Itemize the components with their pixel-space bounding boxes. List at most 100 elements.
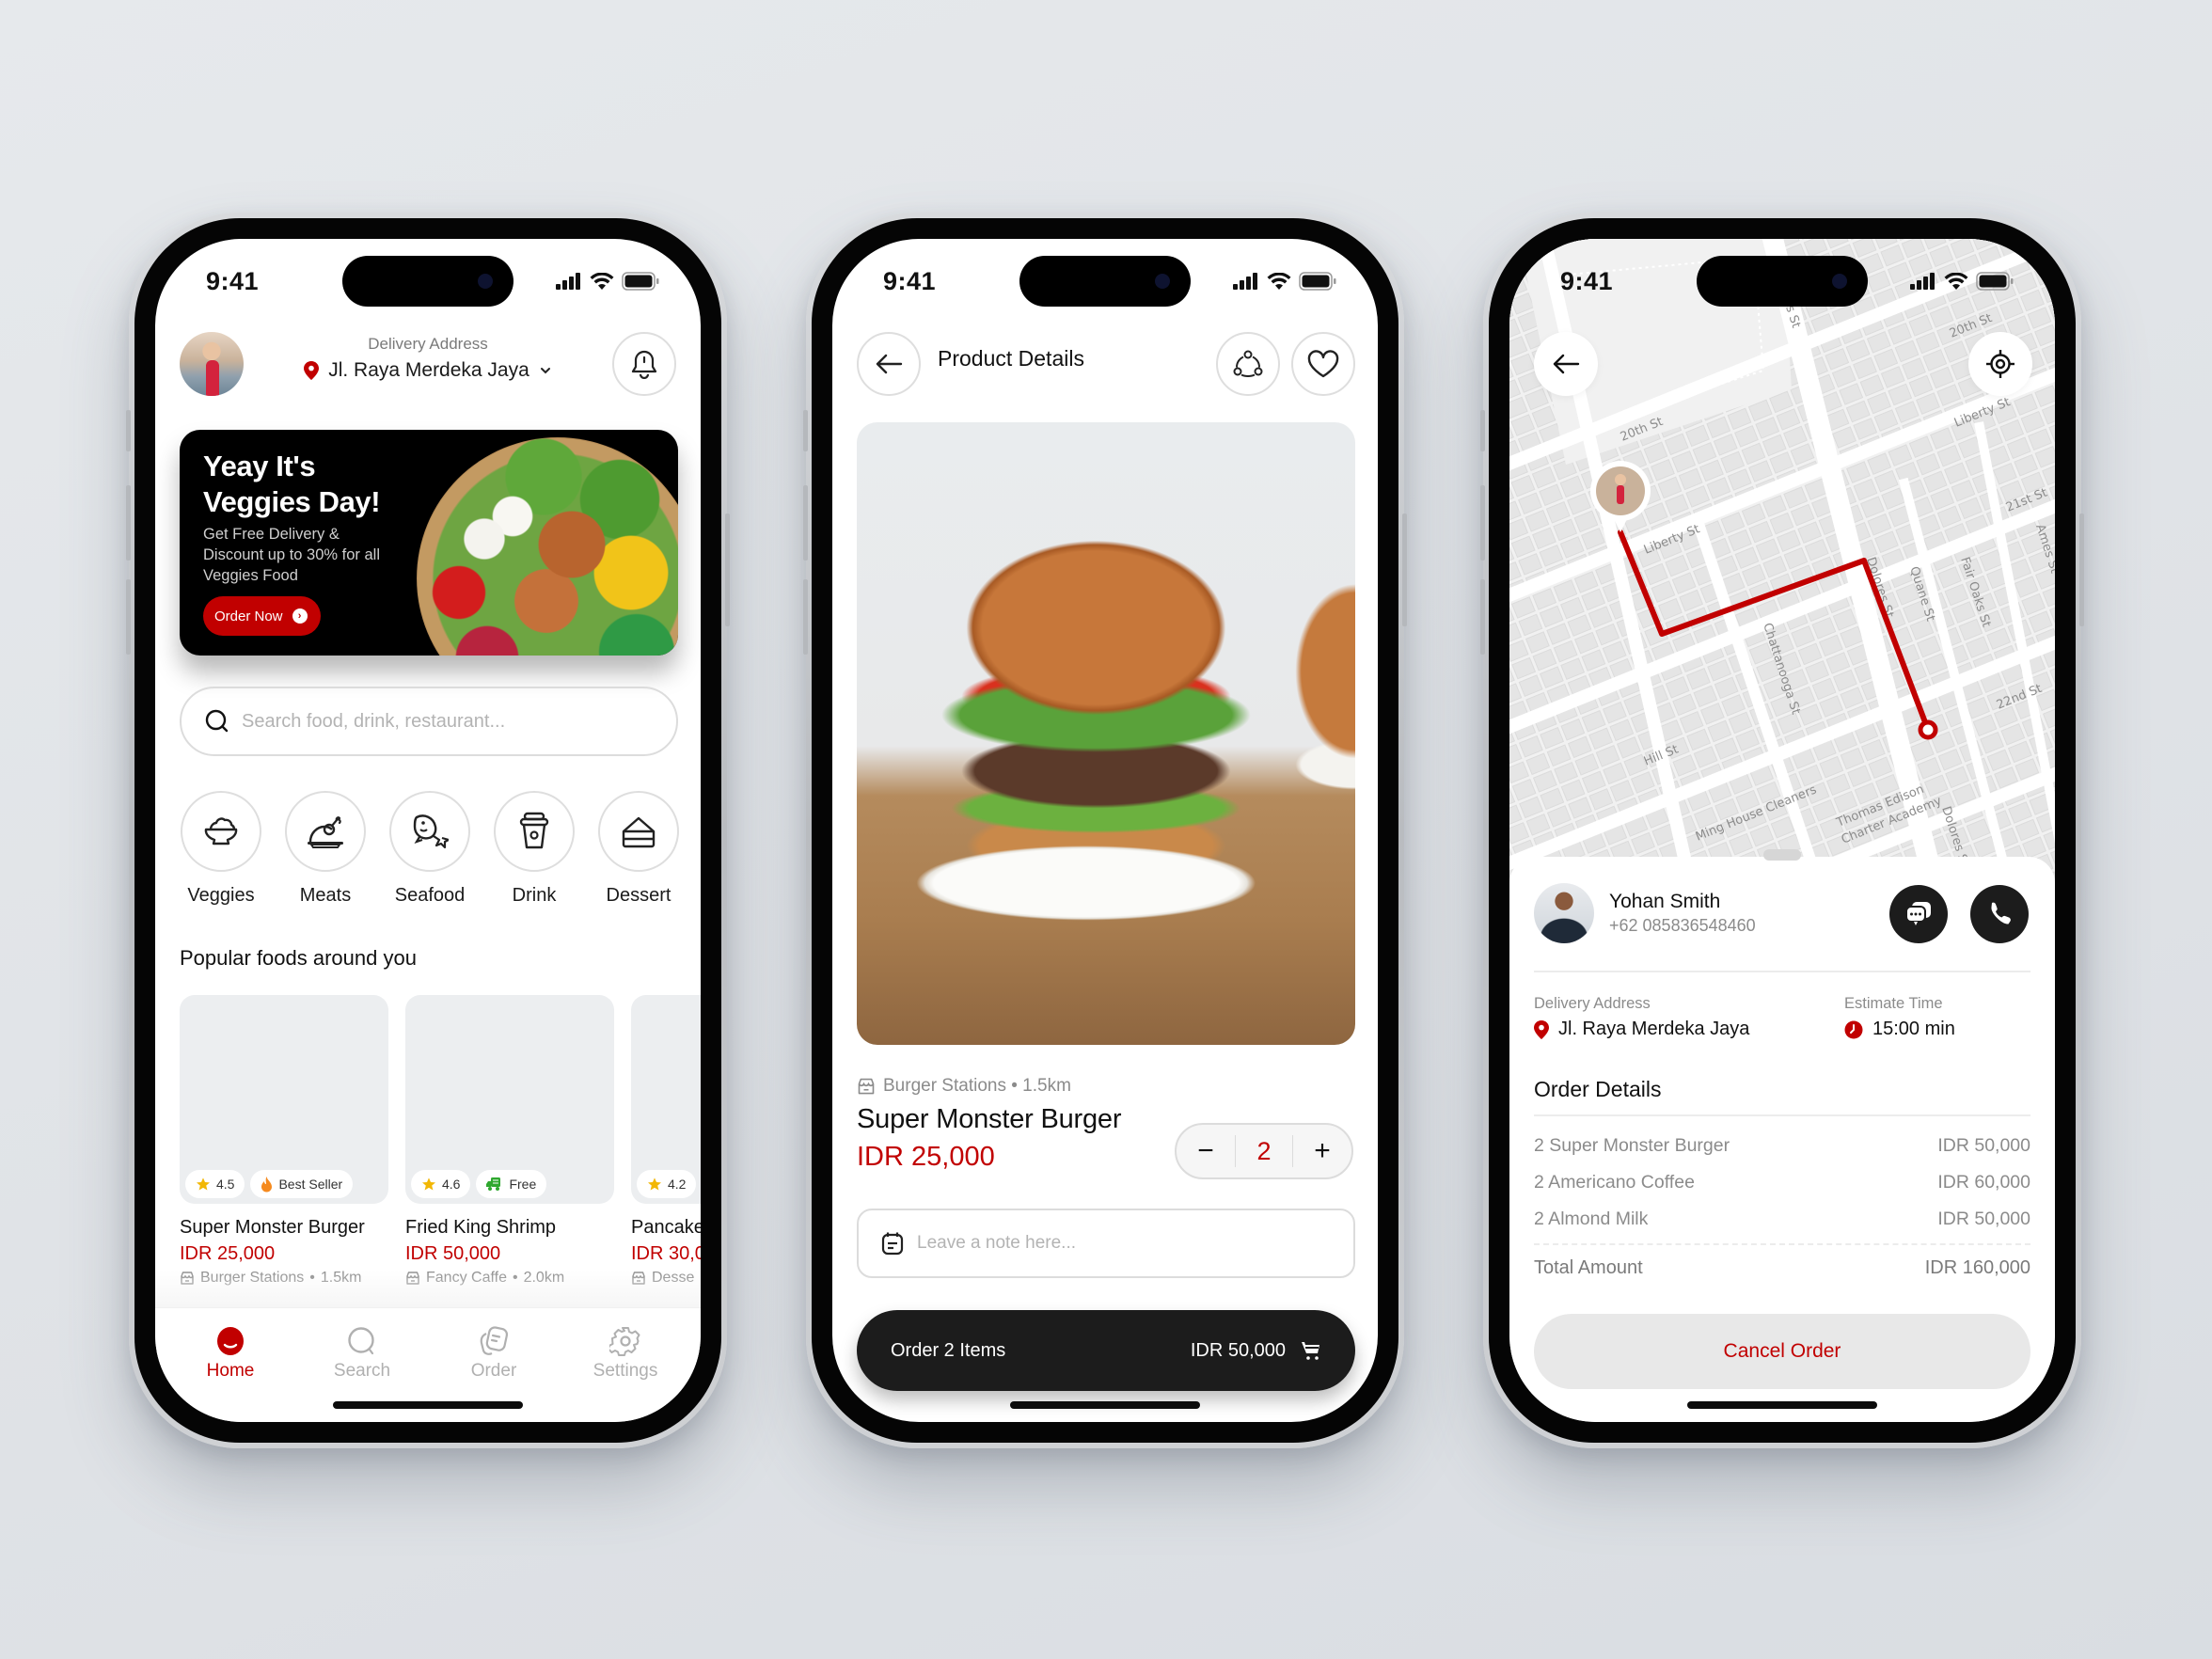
- action-button: [1480, 410, 1485, 451]
- status-icons: [1910, 272, 2014, 291]
- order-button[interactable]: Order 2 Items IDR 50,000: [857, 1310, 1355, 1391]
- arrow-left-icon: [1553, 354, 1580, 374]
- status-time: 9:41: [883, 267, 937, 295]
- product-name: Super Monster Burger: [857, 1104, 1122, 1134]
- bell-icon: [631, 350, 657, 379]
- back-button[interactable]: [857, 332, 921, 396]
- divider: [1534, 1114, 2030, 1116]
- wifi-icon: [590, 272, 614, 290]
- notification-button[interactable]: [612, 332, 676, 396]
- category-label: Seafood: [394, 885, 466, 906]
- chevron-right-icon: ›: [292, 608, 308, 624]
- category-dessert[interactable]: Dessert: [597, 791, 680, 907]
- chevron-down-icon: [540, 368, 550, 374]
- order-now-label: Order Now: [214, 608, 283, 624]
- phone-home: 9:41 Delivery Address Jl. Raya Merdeka J…: [126, 213, 730, 1448]
- salad-bowl-image: [417, 437, 678, 656]
- order-details-title: Order Details: [1534, 1077, 1662, 1101]
- volume-down-button: [1480, 579, 1485, 655]
- star-icon: [197, 1177, 210, 1191]
- order-tracking-screen: 20th St 20th St Liberty St Liberty St 21…: [1509, 239, 2055, 1422]
- share-icon: [1233, 350, 1263, 377]
- battery-icon: [1299, 272, 1336, 291]
- sheet-grabber[interactable]: [1763, 849, 1801, 861]
- tab-settings[interactable]: Settings: [560, 1308, 691, 1422]
- signal-icon: [556, 273, 580, 290]
- order-now-button[interactable]: Order Now ›: [203, 596, 321, 636]
- estimate-time: 15:00 min: [1844, 1019, 1955, 1040]
- back-button[interactable]: [1534, 332, 1598, 396]
- delivery-map[interactable]: 20th St 20th St Liberty St Liberty St 21…: [1509, 239, 2055, 897]
- home-indicator[interactable]: [1010, 1401, 1200, 1409]
- note-field[interactable]: [857, 1209, 1355, 1278]
- cancel-order-button[interactable]: Cancel Order: [1534, 1314, 2030, 1389]
- food-image: 4.2: [631, 995, 701, 1204]
- star-icon: [422, 1177, 435, 1191]
- food-name: Super Monster Burger: [180, 1217, 365, 1238]
- order-items-label: Order 2 Items: [891, 1339, 1006, 1361]
- food-card[interactable]: 4.2 Pancake IDR 30,0 Desse: [631, 995, 701, 1287]
- rating-badge: 4.2: [637, 1170, 697, 1198]
- food-image: 4.6 Free: [405, 995, 614, 1204]
- category-label: Dessert: [606, 885, 672, 906]
- chat-button[interactable]: [1889, 885, 1948, 943]
- product-image: [857, 422, 1355, 1045]
- order-items-list: 2 Super Monster Burger IDR 50,000 2 Ameri…: [1534, 1128, 2030, 1287]
- quantity-stepper: − 2 +: [1175, 1123, 1353, 1179]
- decrement-button[interactable]: −: [1177, 1125, 1235, 1177]
- category-veggies[interactable]: Veggies: [180, 791, 262, 907]
- call-button[interactable]: [1970, 885, 2029, 943]
- chat-icon: [1905, 902, 1931, 925]
- tab-home[interactable]: Home: [165, 1308, 296, 1422]
- food-price: IDR 25,000: [180, 1243, 276, 1264]
- quantity-value: 2: [1235, 1135, 1293, 1167]
- driver-phone: +62 085836548460: [1609, 916, 1756, 935]
- category-meats[interactable]: Meats: [284, 791, 367, 907]
- phone-product-details: 9:41 Product Details Burger Stations • 1…: [803, 213, 1407, 1448]
- recenter-button[interactable]: [1968, 332, 2032, 396]
- home-indicator[interactable]: [333, 1401, 523, 1409]
- banner-subtitle: Get Free Delivery & Discount up to 30% f…: [203, 526, 381, 584]
- map-canvas: 20th St 20th St Liberty St Liberty St 21…: [1509, 239, 2055, 897]
- best-seller-badge: Best Seller: [250, 1170, 354, 1198]
- category-drink[interactable]: Drink: [493, 791, 576, 907]
- delivery-address: Jl. Raya Merdeka Jaya: [1534, 1019, 1749, 1040]
- order-item-row: 2 Americano Coffee IDR 60,000: [1534, 1172, 2030, 1193]
- food-card[interactable]: 4.6 Free Fried King Shrimp IDR 50,000 Fa…: [405, 995, 614, 1287]
- search-input[interactable]: [242, 710, 637, 733]
- crosshair-icon: [1986, 350, 2014, 378]
- arrow-left-icon: [876, 354, 903, 374]
- promo-banner[interactable]: Yeay It's Veggies Day! Get Free Delivery…: [180, 430, 678, 656]
- share-button[interactable]: [1216, 332, 1280, 396]
- order-sheet: Yohan Smith +62 085836548460 Delivery Ad…: [1509, 849, 2055, 1422]
- delivery-truck-icon: [486, 1177, 501, 1191]
- cup-icon: [519, 812, 549, 849]
- category-label: Meats: [299, 885, 352, 906]
- phone-bezel: 9:41 Product Details Burger Stations • 1…: [812, 218, 1398, 1443]
- wifi-icon: [1267, 272, 1291, 290]
- cake-slice-icon: [622, 816, 656, 848]
- battery-icon: [622, 272, 659, 291]
- search-icon: [205, 709, 229, 733]
- dashed-divider: [1534, 1243, 2030, 1245]
- volume-down-button: [803, 579, 808, 655]
- phone-bezel: 20th St 20th St Liberty St Liberty St 21…: [1489, 218, 2076, 1443]
- banner-title: Yeay It's Veggies Day!: [203, 450, 381, 518]
- store-icon: [858, 1078, 875, 1095]
- favorite-button[interactable]: [1291, 332, 1355, 396]
- increment-button[interactable]: +: [1293, 1125, 1351, 1177]
- note-input[interactable]: [917, 1233, 1331, 1254]
- battery-icon: [1976, 272, 2014, 291]
- roast-chicken-icon: [308, 816, 343, 848]
- driver-name: Yohan Smith: [1609, 891, 1721, 912]
- star-icon: [648, 1177, 661, 1191]
- category-seafood[interactable]: Seafood: [388, 791, 471, 907]
- home-indicator[interactable]: [1687, 1401, 1877, 1409]
- rating-badge: 4.6: [411, 1170, 471, 1198]
- food-card[interactable]: 4.5 Best Seller Super Monster Burger IDR…: [180, 995, 388, 1287]
- volume-down-button: [126, 579, 131, 655]
- clock-icon: [1844, 1020, 1863, 1038]
- search-bar[interactable]: [180, 687, 678, 756]
- popular-foods-title: Popular foods around you: [180, 946, 417, 970]
- order-total-row: Total Amount IDR 160,000: [1534, 1257, 2030, 1278]
